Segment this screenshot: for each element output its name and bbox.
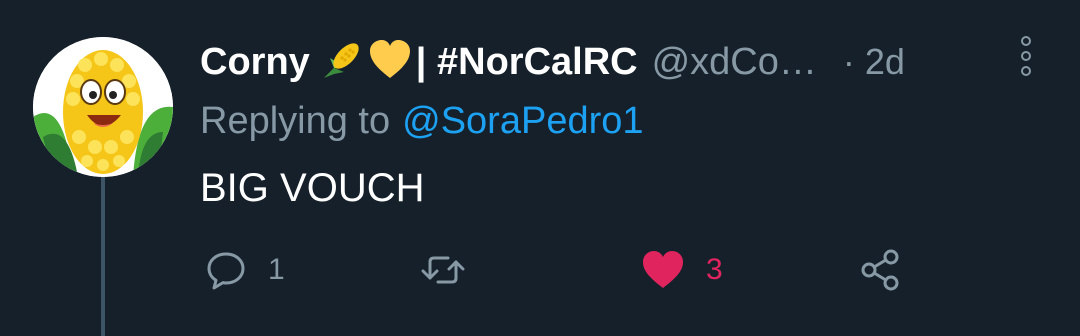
share-icon [861, 249, 899, 291]
tweet-header: Corny | #NorCalRC @xdCo… · 2d [200, 36, 1050, 88]
reply-button[interactable]: 1 [204, 246, 285, 294]
vertical-dot [1021, 66, 1031, 76]
display-name-suffix: | #NorCalRC [415, 40, 638, 83]
corn-avatar-icon [33, 37, 173, 177]
heart-icon [643, 251, 683, 288]
vertical-dots-icon [1021, 36, 1031, 46]
display-name[interactable]: Corny [200, 41, 310, 84]
replying-to: Replying to @SoraPedro1 [200, 100, 644, 143]
retweet-icon [421, 256, 465, 284]
more-options-button[interactable] [1015, 36, 1037, 76]
reply-count: 1 [268, 253, 285, 286]
tweet-text: BIG VOUCH [200, 166, 425, 210]
avatar[interactable] [33, 37, 173, 177]
like-button[interactable]: 3 [640, 246, 723, 294]
corn-emoji-icon [320, 38, 364, 87]
comment-icon [207, 252, 245, 290]
tweet-actions: 1 3 [0, 240, 1080, 300]
tweet-time[interactable]: · 2d [843, 41, 905, 83]
share-button[interactable] [858, 246, 904, 294]
reply-mention-link[interactable]: @SoraPedro1 [402, 100, 643, 142]
yellow-heart-emoji-icon [368, 38, 412, 87]
vertical-dot [1021, 51, 1031, 61]
like-count: 3 [706, 253, 723, 286]
user-handle[interactable]: @xdCo… [652, 41, 817, 84]
replying-to-label: Replying to [200, 100, 391, 142]
retweet-button[interactable] [418, 246, 488, 294]
